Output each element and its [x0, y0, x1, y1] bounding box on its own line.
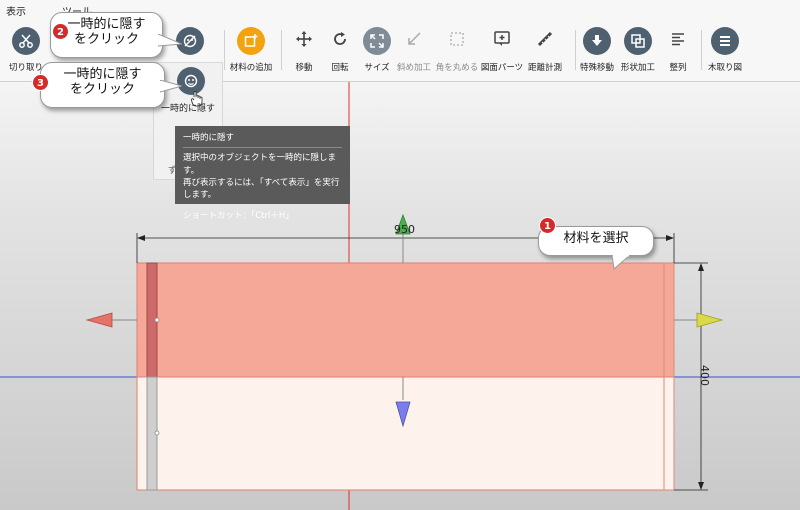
tooltip-line2: 再び表示するには、「すべて表示」を実行します。	[183, 177, 340, 201]
callout-3-line1: 一時的に隠す	[63, 67, 142, 82]
diagonal-icon	[402, 27, 426, 51]
add-material-icon	[237, 27, 265, 55]
height-dim-arrow-bottom	[698, 482, 704, 490]
scissors-icon	[12, 27, 40, 55]
hide-tooltip: 一時的に隠す 選択中のオブジェクトを一時的に隠します。 再び表示するには、「すべ…	[175, 126, 350, 221]
cutting-list-icon	[711, 27, 739, 55]
step-badge-1: 1	[539, 217, 556, 234]
resize-icon	[363, 27, 391, 55]
step-badge-2: 2	[52, 23, 69, 40]
tooltip-shortcut: ショートカット：「Ctrl＋H」	[183, 210, 294, 221]
distance-measure-button[interactable]: 距離計測	[520, 25, 570, 77]
height-dim-arrow-top	[698, 263, 704, 271]
shape-process-icon	[624, 27, 652, 55]
add-material-button[interactable]: 材料の追加	[226, 25, 276, 77]
align-icon	[666, 27, 690, 51]
callout-3-pointer	[160, 80, 182, 93]
ruler-icon	[533, 27, 557, 51]
move-icon	[292, 27, 316, 51]
special-move-icon	[583, 27, 611, 55]
drawing-parts-icon	[490, 27, 514, 51]
width-dim-arrow-left	[137, 235, 145, 241]
round-corner-icon	[445, 27, 469, 51]
callout-step-1: 材料を選択	[538, 226, 654, 256]
callout-step-3: 一時的に隠す をクリック	[40, 62, 165, 108]
yellow-axis-arrow-icon[interactable]	[696, 312, 724, 328]
callout-3-line2: をクリック	[69, 81, 135, 97]
cutting-list-button[interactable]: 木取り図	[700, 25, 750, 77]
height-dimension-label: 400	[698, 365, 711, 386]
board-lower-region[interactable]	[136, 376, 675, 491]
edge-handle[interactable]	[154, 317, 160, 323]
scene	[0, 82, 800, 510]
menu-view[interactable]: 表示	[6, 3, 26, 18]
callout-1-text: 材料を選択	[563, 231, 629, 246]
red-axis-arrow-icon[interactable]	[85, 312, 113, 328]
width-dim-arrow-right	[666, 235, 674, 241]
tooltip-line1: 選択中のオブジェクトを一時的に隠します。	[183, 153, 337, 176]
3d-viewport[interactable]: 950 400	[0, 82, 800, 510]
width-dimension-label: 950	[394, 223, 415, 236]
board-selected-region[interactable]	[136, 262, 675, 378]
edge-handle[interactable]	[154, 430, 160, 436]
step-badge-3: 3	[32, 74, 49, 91]
rotate-icon	[328, 27, 352, 51]
cutting-list-label: 木取り図	[707, 63, 742, 73]
tooltip-title: 一時的に隠す	[183, 132, 342, 149]
callout-1-pointer	[612, 255, 631, 270]
callout-2-pointer	[158, 34, 182, 47]
hide-menu-item[interactable]: 一時的に隠す	[154, 101, 222, 114]
